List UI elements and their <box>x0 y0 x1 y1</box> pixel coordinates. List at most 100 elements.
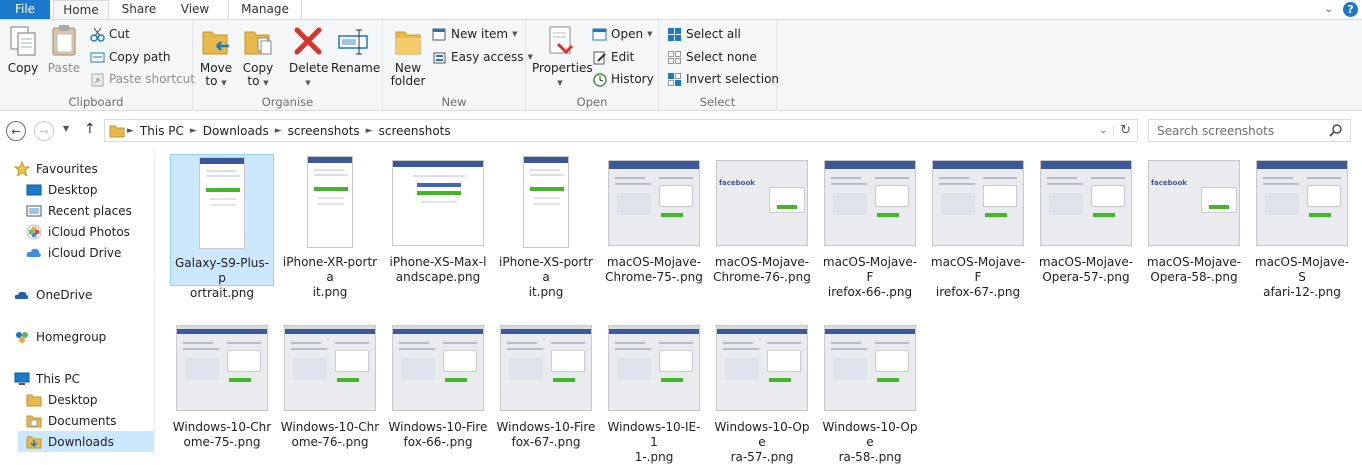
chevron-right-icon: ► <box>189 125 197 136</box>
file-item[interactable]: macOS-Mojave- Chrome-75-.png <box>602 154 706 286</box>
breadcrumb-screenshots-current[interactable]: screenshots <box>375 124 455 138</box>
delete-button[interactable]: Delete ▼ <box>289 24 329 90</box>
easy-access-label: Easy access <box>451 50 524 64</box>
breadcrumb-screenshots[interactable]: screenshots <box>284 124 364 138</box>
file-item[interactable]: macOS-Mojave-F irefox-67-.png <box>926 154 1030 299</box>
address-history-chevron-icon[interactable]: ⌄ <box>1094 125 1115 136</box>
file-item[interactable]: Windows-10-Ope ra-58-.png <box>818 319 922 464</box>
up-arrow-icon[interactable]: ↑ <box>84 121 96 137</box>
file-name: iPhone-XS-Max-l andscape.png <box>388 255 488 285</box>
paste-button[interactable]: Paste <box>47 24 81 75</box>
file-item[interactable]: Windows-10-IE-1 1-.png <box>602 319 706 464</box>
nav-onedrive[interactable]: OneDrive <box>14 284 92 305</box>
file-item[interactable]: macOS-Mojave-S afari-12-.png <box>1250 154 1354 299</box>
file-name: iPhone-XS-portra it.png <box>496 255 596 300</box>
file-name-line-1: macOS-Mojave-S <box>1254 255 1350 284</box>
copy-to-button[interactable]: Copy to ▼ <box>241 24 275 90</box>
back-button[interactable]: ← <box>6 121 26 141</box>
nav-downloads[interactable]: Downloads <box>18 431 154 452</box>
select-none-button[interactable]: Select none <box>667 48 757 67</box>
easy-access-icon <box>432 50 447 65</box>
nav-pc-desktop[interactable]: Desktop <box>26 389 98 410</box>
move-to-button[interactable]: Move to ▼ <box>199 24 233 90</box>
copy-path-button[interactable]: Copy path <box>90 48 171 67</box>
onedrive-icon <box>14 287 30 303</box>
properties-button[interactable]: Properties ▼ <box>532 24 593 90</box>
cut-button[interactable]: Cut <box>90 25 130 44</box>
desktop-icon <box>26 182 42 198</box>
rename-button[interactable]: Rename <box>331 24 380 75</box>
file-name-line-2: Chrome-76-.png <box>713 270 811 284</box>
recent-locations-chevron-icon[interactable]: ▼ <box>63 124 69 133</box>
new-folder-button[interactable]: New folder <box>389 24 427 88</box>
invert-selection-button[interactable]: Invert selection <box>667 70 779 89</box>
clipboard-group: Copy Paste Cut Copy path Paste shortcut … <box>0 20 195 111</box>
file-item[interactable]: Windows-10-Chr ome-75-.png <box>170 319 274 451</box>
file-name-line-1: Windows-10-Fire <box>496 420 596 434</box>
tab-home[interactable]: Home <box>53 0 109 20</box>
file-item[interactable]: iPhone-XR-portra it.png <box>278 154 382 299</box>
nav-desktop[interactable]: Desktop <box>26 179 98 200</box>
nav-homegroup[interactable]: Homegroup <box>14 326 106 347</box>
file-item[interactable]: iPhone-XS-Max-l andscape.png <box>386 154 490 286</box>
folder-icon <box>109 123 125 139</box>
file-item[interactable]: macOS-Mojave- Opera-57-.png <box>1034 154 1138 286</box>
address-bar[interactable]: ► This PC ► Downloads ► screenshots ► sc… <box>104 119 1138 142</box>
breadcrumb-this-pc[interactable]: This PC <box>136 124 188 138</box>
organise-group-label: Organise <box>261 95 314 109</box>
search-input[interactable] <box>1157 123 1327 138</box>
file-item[interactable]: Windows-10-Fire fox-67-.png <box>494 319 598 451</box>
easy-access-button[interactable]: Easy access ▼ <box>432 48 533 67</box>
tab-file[interactable]: File <box>0 0 50 19</box>
file-item[interactable]: iPhone-XS-portra it.png <box>494 154 598 299</box>
nav-icloud-photos[interactable]: iCloud Photos <box>26 221 130 242</box>
scissors-icon <box>90 27 105 42</box>
select-none-icon <box>667 50 682 65</box>
delete-label: Delete <box>289 61 329 75</box>
file-item[interactable]: Windows-10-Chr ome-76-.png <box>278 319 382 451</box>
help-icon[interactable]: ? <box>1343 2 1358 17</box>
file-item[interactable]: facebook macOS-Mojave- Chrome-76-.png <box>710 154 814 286</box>
dropdown-caret-icon: ▼ <box>557 79 563 87</box>
copy-to-label-2: to <box>247 74 260 88</box>
tab-manage[interactable]: Manage <box>228 0 302 19</box>
file-name-line-2: Chrome-75-.png <box>605 270 703 284</box>
nav-desktop-label: Desktop <box>48 182 98 197</box>
open-button[interactable]: Open ▼ <box>592 25 652 44</box>
search-icon[interactable] <box>1329 124 1342 137</box>
file-thumbnail <box>284 325 376 411</box>
new-item-button[interactable]: New item ▼ <box>432 25 518 44</box>
new-group-label: New <box>441 95 467 109</box>
forward-button[interactable]: → <box>34 121 54 141</box>
nav-favourites[interactable]: Favourites <box>13 158 98 179</box>
navigation-pane: Favourites Desktop Recent places iCloud … <box>0 149 155 452</box>
nav-documents[interactable]: Documents <box>26 410 116 431</box>
nav-recent-places[interactable]: Recent places <box>26 200 132 221</box>
file-item[interactable]: facebook macOS-Mojave- Opera-58-.png <box>1142 154 1246 286</box>
file-item[interactable]: macOS-Mojave-F irefox-66-.png <box>818 154 922 299</box>
icloud-drive-icon <box>26 245 42 261</box>
refresh-icon[interactable]: ↻ <box>1114 123 1137 138</box>
expand-ribbon-chevron-icon[interactable]: ⌄ <box>1325 4 1333 15</box>
move-to-folder-icon <box>200 24 232 58</box>
edit-button[interactable]: Edit <box>592 48 634 67</box>
chevron-right-icon: ► <box>127 125 134 136</box>
file-thumbnail <box>824 325 916 411</box>
nav-this-pc[interactable]: This PC <box>14 368 80 389</box>
copy-button[interactable]: Copy <box>6 24 40 75</box>
file-thumbnail <box>307 156 353 248</box>
history-button[interactable]: History <box>592 70 654 89</box>
new-folder-icon <box>392 24 424 58</box>
paste-shortcut-button[interactable]: Paste shortcut <box>90 70 195 89</box>
file-name-line-2: irefox-67-.png <box>935 285 1021 299</box>
tab-share[interactable]: Share <box>112 0 166 19</box>
breadcrumb-downloads[interactable]: Downloads <box>199 124 273 138</box>
nav-icloud-drive[interactable]: iCloud Drive <box>26 242 121 263</box>
nav-icloud-photos-label: iCloud Photos <box>48 224 130 239</box>
file-item[interactable]: Galaxy-S9-Plus-p ortrait.png <box>170 154 274 300</box>
tab-view[interactable]: View <box>170 0 220 19</box>
history-label: History <box>611 72 654 86</box>
select-all-button[interactable]: Select all <box>667 25 741 44</box>
file-item[interactable]: Windows-10-Ope ra-57-.png <box>710 319 814 464</box>
file-item[interactable]: Windows-10-Fire fox-66-.png <box>386 319 490 451</box>
